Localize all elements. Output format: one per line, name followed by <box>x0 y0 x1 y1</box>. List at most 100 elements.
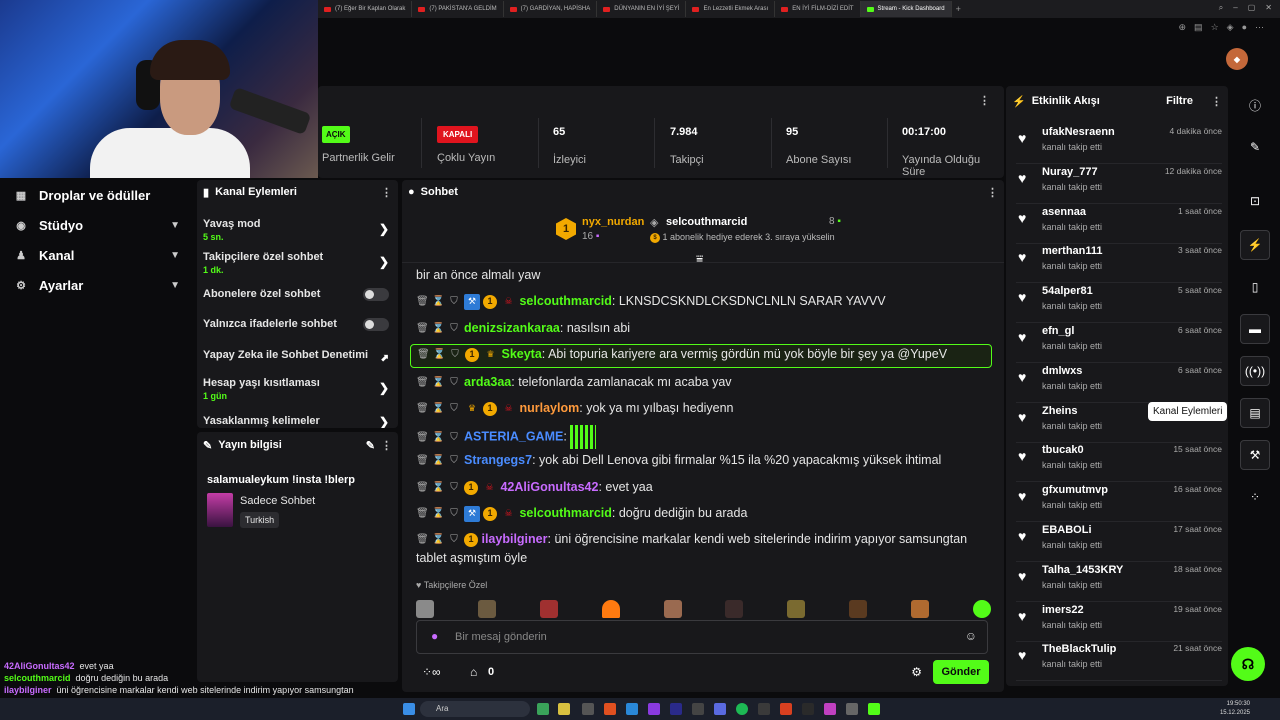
feed-username[interactable]: TheBlackTulip <box>1042 643 1116 655</box>
ban-icon[interactable]: ⛉ <box>448 530 460 549</box>
message-input[interactable]: ● Bir mesaj gönderin ☺ <box>416 620 988 654</box>
feed-item[interactable]: ♥ gfxumutmvp kanalı takip etti 16 saat önce <box>1016 482 1222 523</box>
timeout-icon[interactable]: ⌛ <box>432 428 444 447</box>
help-button[interactable]: ☊ <box>1231 647 1265 681</box>
pencil-icon[interactable]: ✎ <box>1240 132 1270 162</box>
feed-item[interactable]: ♥ merthan111 kanalı takip etti 3 saat önce <box>1016 243 1222 284</box>
banned-words-row[interactable]: Yasaklanmış kelimeler ❯ <box>203 415 393 428</box>
ban-icon[interactable]: ⛉ <box>448 478 460 497</box>
document-icon[interactable]: ▯ <box>1240 272 1270 302</box>
subscribers-only-toggle[interactable] <box>363 288 389 301</box>
feed-username[interactable]: EBABOLi <box>1042 524 1092 536</box>
trash-icon[interactable]: 🗑 <box>416 319 429 338</box>
microphone-icon[interactable]: ● <box>431 629 438 643</box>
ban-icon[interactable]: ⛉ <box>448 451 460 470</box>
feed-username[interactable]: tbucak0 <box>1042 444 1084 456</box>
edit-icon[interactable]: ✎ <box>366 439 375 452</box>
username[interactable]: selcouthmarcid <box>519 294 611 308</box>
trash-icon[interactable]: 🗑 <box>416 478 429 497</box>
timeout-icon[interactable]: ⌛ <box>433 345 445 364</box>
emote-only-toggle[interactable] <box>363 318 389 331</box>
xbox-icon[interactable] <box>537 703 549 715</box>
feed-username[interactable]: gfxumutmvp <box>1042 484 1108 496</box>
username[interactable]: 42AliGonultas42 <box>500 480 598 494</box>
feed-item[interactable]: ♥ tbucak0 kanalı takip etti 15 saat önce <box>1016 442 1222 483</box>
windows-start-icon[interactable] <box>403 703 415 715</box>
discord-icon[interactable] <box>714 703 726 715</box>
browser-tab[interactable]: (7) GARDİYAN, HAPİSHA <box>504 1 598 17</box>
nav-item-drops[interactable]: ▦ Droplar ve ödüller <box>0 180 195 210</box>
app-icon[interactable] <box>582 703 594 715</box>
slow-mode-row[interactable]: Yavaş mod 5 sn. ❯ <box>203 218 393 242</box>
username[interactable]: arda3aa <box>464 375 511 389</box>
feed-username[interactable]: Talha_1453KRY <box>1042 564 1123 576</box>
feed-username[interactable]: Zheins <box>1042 405 1077 417</box>
profile-icon[interactable]: ● <box>1242 22 1247 33</box>
app-icon[interactable] <box>824 703 836 715</box>
emoji-icon[interactable]: ☺ <box>965 629 977 643</box>
close-icon[interactable]: ✕ <box>1265 3 1272 13</box>
store-icon[interactable]: ⌂ <box>470 665 477 679</box>
menu-icon[interactable]: ⋯ <box>1255 22 1264 33</box>
app-icon[interactable] <box>780 703 792 715</box>
timeout-icon[interactable]: ⌛ <box>432 319 444 338</box>
feed-username[interactable]: asennaa <box>1042 206 1086 218</box>
feed-item[interactable]: ♥ EBABOLi kanalı takip etti 17 saat önce <box>1016 522 1222 562</box>
more-icon[interactable]: ⋮ <box>987 186 998 199</box>
info-icon[interactable]: ⓘ <box>1240 90 1270 120</box>
taskbar-search[interactable]: Ara <box>420 701 530 717</box>
trash-icon[interactable]: 🗑 <box>416 530 429 549</box>
username[interactable]: ASTERIA_GAME <box>464 429 563 443</box>
feed-item[interactable]: ♥ Talha_1453KRY kanalı takip etti 18 saat ö… <box>1016 562 1222 602</box>
spotify-icon[interactable] <box>736 703 748 715</box>
nav-item-studio[interactable]: ◉ Stüdyo ▼ <box>0 210 195 240</box>
account-age-row[interactable]: Hesap yaşı kısıtlaması 1 gün ❯ <box>203 377 393 401</box>
gear-icon[interactable]: ⚙ <box>911 665 922 679</box>
chat-icon[interactable]: ▬ <box>1240 314 1270 344</box>
more-icon[interactable]: ⋮ <box>979 94 990 107</box>
edge-icon[interactable] <box>626 703 638 715</box>
avatar[interactable] <box>787 600 806 618</box>
trash-icon[interactable]: 🗑 <box>416 428 429 447</box>
username[interactable]: nurlaylom <box>519 401 579 415</box>
app-icon[interactable] <box>692 703 704 715</box>
username[interactable]: selcouthmarcid <box>519 506 611 520</box>
new-tab-button[interactable]: + <box>952 4 965 14</box>
star-icon[interactable]: ☆ <box>1211 22 1219 33</box>
username[interactable]: denizsizankaraa <box>464 321 560 335</box>
channel-actions-icon[interactable]: ▤ <box>1240 398 1270 428</box>
feed-username[interactable]: 54alper81 <box>1042 285 1093 297</box>
send-button[interactable]: Gönder <box>933 660 989 684</box>
browser-tab[interactable]: (7) Eğer Bir Kaplan Olarak <box>318 1 413 17</box>
nav-item-channel[interactable]: ♟ Kanal ▼ <box>0 240 195 270</box>
browser-tab[interactable]: (7) PAKİSTAN'A GELDİM <box>412 1 504 17</box>
feed-username[interactable]: merthan111 <box>1042 245 1103 257</box>
minimize-icon[interactable]: – <box>1233 3 1237 13</box>
feed-username[interactable]: imers22 <box>1042 604 1084 616</box>
camera-icon[interactable]: ⊡ <box>1240 186 1270 216</box>
avatar[interactable] <box>725 600 744 618</box>
status-badge[interactable]: AÇIK <box>322 126 350 143</box>
avatar[interactable] <box>601 600 620 618</box>
timeout-icon[interactable]: ⌛ <box>432 504 444 523</box>
app-icon[interactable] <box>648 703 660 715</box>
feed-username[interactable]: efn_gl <box>1042 325 1074 337</box>
timeout-icon[interactable]: ⌛ <box>432 530 444 549</box>
feed-item[interactable]: ♥ dmlwxs kanalı takip etti 6 saat önce <box>1016 363 1222 403</box>
filter-button[interactable]: Filtre <box>1166 95 1193 107</box>
followers-only-row[interactable]: Takipçilere özel sohbet 1 dk. ❯ <box>203 251 393 275</box>
ban-icon[interactable]: ⛉ <box>448 428 460 447</box>
trash-icon[interactable]: 🗑 <box>416 451 429 470</box>
username[interactable]: ilaybilginer <box>481 532 547 546</box>
ban-icon[interactable]: ⛉ <box>448 504 460 523</box>
wrench-icon[interactable]: ⚒ <box>1240 440 1270 470</box>
browser-tab[interactable]: En Lezzetli Ekmek Arası <box>686 1 776 17</box>
avatar[interactable] <box>972 600 991 618</box>
more-icon[interactable]: ⋮ <box>381 439 392 452</box>
browser-tab-active[interactable]: Stream - Kick Dashboard <box>860 1 952 17</box>
reader-icon[interactable]: ▤ <box>1194 22 1203 33</box>
browser-tab[interactable]: EN İYİ FİLM-DİZİ EDİT <box>775 1 861 17</box>
feed-item[interactable]: ♥ 54alper81 kanalı takip etti 5 saat önce <box>1016 283 1222 324</box>
avatar[interactable]: ◆ <box>1226 48 1248 70</box>
timeout-icon[interactable]: ⌛ <box>432 478 444 497</box>
